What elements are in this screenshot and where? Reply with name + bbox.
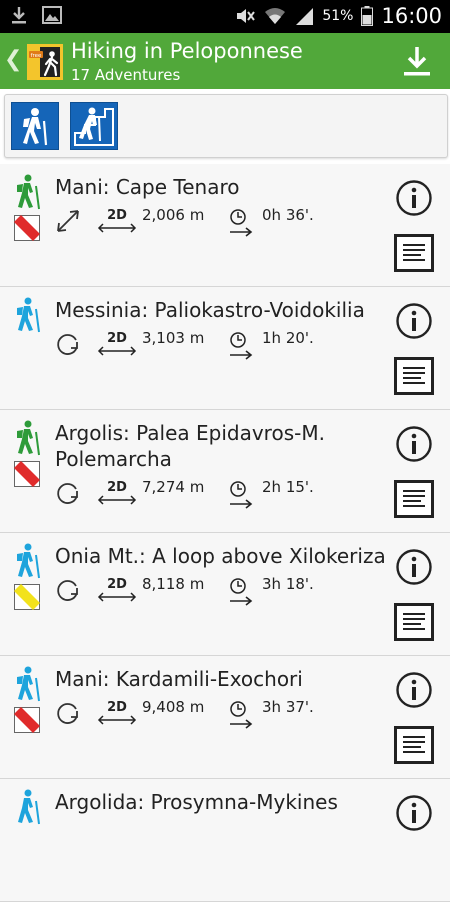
adventure-item[interactable]: Mani: Kardamili-Exochori 2D 9,408 m 3h 3… [0,656,450,779]
battery-icon [361,6,374,26]
adventure-item[interactable]: Argolida: Prosymna-Mykines [0,779,450,902]
2d-distance-icon: 2D [97,208,137,233]
hiker-icon [17,666,40,702]
info-icon[interactable] [395,425,433,463]
details-list-icon[interactable] [394,726,434,764]
adventure-item[interactable]: Argolis: Palea Epidavros-M. Polemarcha 2… [0,410,450,533]
duration-clock-icon [230,578,253,606]
duration-clock-icon [230,209,253,237]
2d-distance-icon: 2D [97,331,137,356]
adventure-distance: 8,118 m [142,575,205,593]
hiker-icon [17,297,40,333]
duration-clock-icon [230,332,253,360]
adventure-duration: 0h 36'. [262,206,314,224]
trail-marker-icon [14,215,40,241]
filter-climbing-button[interactable] [70,102,118,150]
info-icon[interactable] [395,302,433,340]
loop-route-icon [57,703,78,724]
details-list-icon[interactable] [394,603,434,641]
info-icon[interactable] [395,671,433,709]
adventure-stats: 2D 7,274 m 2h 15'. [55,478,355,509]
adventure-stats: 2D 3,103 m 1h 20'. [55,329,355,360]
details-list-icon[interactable] [394,480,434,518]
climber-icon [74,107,114,146]
info-icon[interactable] [395,548,433,586]
svg-text:2D: 2D [107,577,127,592]
download-icon[interactable] [402,45,432,77]
adventure-name: Argolida: Prosymna-Mykines [55,790,338,814]
loop-route-icon [57,483,78,504]
adventure-item[interactable]: Onia Mt.: A loop above Xilokeriza 2D 8,1… [0,533,450,656]
download-notification-icon [12,7,26,24]
svg-text:2D: 2D [107,331,127,346]
loop-route-icon [57,580,78,601]
2d-distance-icon: 2D [97,480,137,505]
status-bar: 51% 16:00 [0,0,450,33]
image-notification-icon [42,6,62,24]
app-logo[interactable]: free [27,44,63,80]
adventure-item[interactable]: Messinia: Paliokastro-Voidokilia 2D 3,10… [0,287,450,410]
filter-hiking-button[interactable] [11,102,59,150]
adventure-name: Argolis: Palea Epidavros-M. Polemarcha [55,421,325,471]
2d-distance-icon: 2D [97,577,137,602]
duration-clock-icon [230,701,253,729]
info-icon[interactable] [395,179,433,217]
adventure-item[interactable]: Mani: Cape Tenaro 2D 2,006 m 0h 36'. [0,164,450,287]
clock-time: 16:00 [381,4,442,28]
hiker-icon [18,789,40,825]
hiker-icon [23,108,48,146]
adventure-duration: 3h 37'. [262,698,314,716]
battery-percentage: 51% [322,8,354,24]
trail-marker-icon [14,461,40,487]
adventure-duration: 1h 20'. [262,329,314,347]
adventure-distance: 3,103 m [142,329,205,347]
svg-text:2D: 2D [107,480,127,495]
adventure-name: Mani: Cape Tenaro [55,175,240,199]
signal-icon [296,8,314,25]
adventure-name: Mani: Kardamili-Exochori [55,667,303,691]
2d-distance-icon: 2D [97,700,137,725]
adventure-list: Mani: Cape Tenaro 2D 2,006 m 0h 36'. Mes… [0,164,450,902]
adventure-name: Messinia: Paliokastro-Voidokilia [55,298,365,322]
app-bar: ❮ free Hiking in Peloponnese 17 Adventur… [0,33,450,89]
adventure-stats: 2D 9,408 m 3h 37'. [55,698,355,729]
svg-text:2D: 2D [107,208,127,223]
loop-route-icon [57,334,78,355]
wifi-icon [265,8,286,24]
trail-marker-icon [14,584,40,610]
logo-free-badge: free [31,53,42,59]
adventure-distance: 2,006 m [142,206,205,224]
details-list-icon[interactable] [394,234,434,272]
mute-icon [237,9,256,23]
adventure-duration: 3h 18'. [262,575,314,593]
activity-filter-bar [4,94,448,158]
adventure-distance: 7,274 m [142,478,205,496]
adventure-stats: 2D 2,006 m 0h 36'. [55,206,355,237]
adventure-duration: 2h 15'. [262,478,314,496]
trail-marker-icon [14,707,40,733]
details-list-icon[interactable] [394,357,434,395]
adventure-name: Onia Mt.: A loop above Xilokeriza [55,544,386,568]
hiker-icon [17,174,40,210]
back-chevron-icon[interactable]: ❮ [4,47,22,72]
page-subtitle: 17 Adventures [71,66,181,84]
adventure-distance: 9,408 m [142,698,205,716]
page-title: Hiking in Peloponnese [71,39,303,63]
one-way-route-icon [57,210,79,232]
adventure-stats: 2D 8,118 m 3h 18'. [55,575,355,606]
svg-text:2D: 2D [107,700,127,715]
hiker-icon [17,420,40,456]
duration-clock-icon [230,481,253,509]
hiker-icon [17,543,40,579]
